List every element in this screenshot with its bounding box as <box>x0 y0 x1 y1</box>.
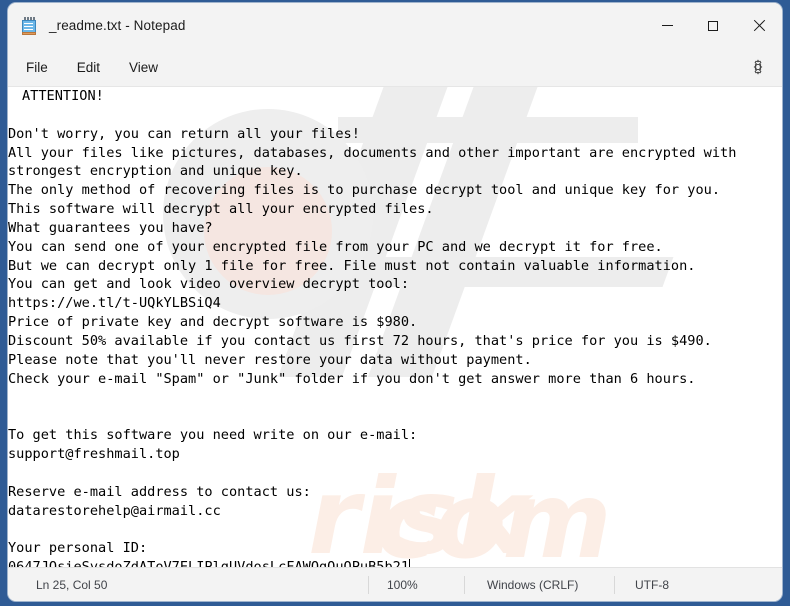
status-cursor-position-label: Ln 25, Col 50 <box>36 577 108 592</box>
notepad-icon <box>21 16 37 35</box>
title-bar[interactable]: _readme.txt - Notepad <box>8 3 782 48</box>
menu-item-edit-label: Edit <box>76 59 101 75</box>
notepad-window: _readme.txt - Notepad File Edit View ris… <box>8 3 782 601</box>
menu-item-view[interactable]: View <box>118 55 169 80</box>
menu-item-view-label: View <box>129 59 159 75</box>
status-line-ending[interactable]: Windows (CRLF) <box>464 575 614 594</box>
desktop-background: _readme.txt - Notepad File Edit View ris… <box>0 0 790 606</box>
text-editor-area[interactable]: risk com ATTENTION! Don't worry, you can… <box>8 87 782 567</box>
close-button[interactable] <box>736 3 782 48</box>
status-encoding-label: UTF-8 <box>635 577 669 592</box>
menu-item-file[interactable]: File <box>15 55 59 80</box>
status-cursor-position[interactable]: Ln 25, Col 50 <box>8 576 368 594</box>
minimize-icon <box>661 25 673 26</box>
window-title: _readme.txt - Notepad <box>49 18 186 33</box>
settings-button[interactable] <box>746 55 770 79</box>
status-line-ending-label: Windows (CRLF) <box>487 577 579 592</box>
menu-item-edit[interactable]: Edit <box>66 55 111 80</box>
menu-bar: File Edit View <box>8 48 782 87</box>
maximize-icon <box>708 20 718 31</box>
text-cursor <box>409 559 411 567</box>
maximize-button[interactable] <box>690 3 736 48</box>
status-zoom-level[interactable]: 100% <box>368 575 464 594</box>
status-encoding[interactable]: UTF-8 <box>614 575 734 594</box>
close-icon <box>753 20 765 32</box>
ransom-note-text[interactable]: ATTENTION! Don't worry, you can return a… <box>8 87 736 567</box>
status-zoom-label: 100% <box>387 577 418 592</box>
menu-item-file-label: File <box>26 59 48 75</box>
gear-icon <box>753 59 763 75</box>
status-bar: Ln 25, Col 50 100% Windows (CRLF) UTF-8 <box>8 567 782 601</box>
window-controls <box>644 3 782 48</box>
minimize-button[interactable] <box>644 3 690 48</box>
